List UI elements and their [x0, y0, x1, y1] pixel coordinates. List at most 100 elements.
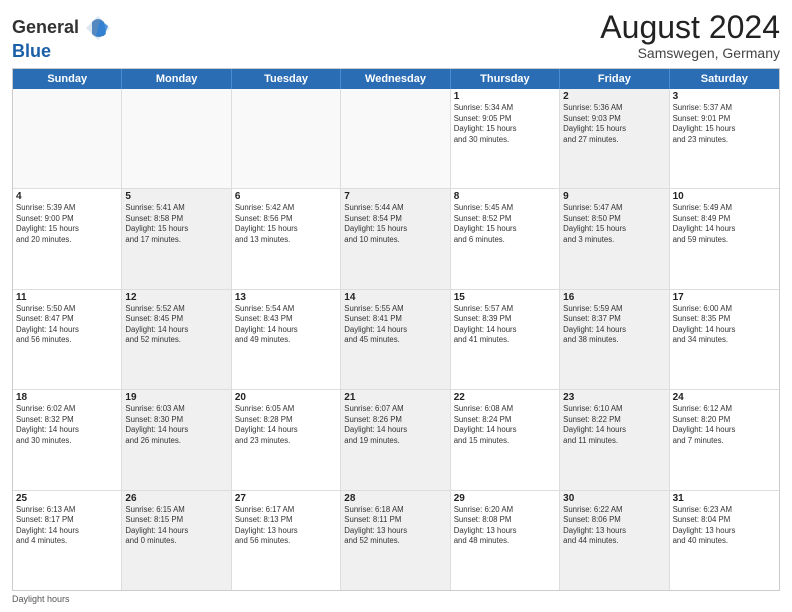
day-info: Sunrise: 6:07 AM Sunset: 8:26 PM Dayligh…	[344, 404, 446, 446]
day-header-saturday: Saturday	[670, 69, 779, 89]
footer-note: Daylight hours	[12, 594, 780, 604]
calendar-day-27: 27Sunrise: 6:17 AM Sunset: 8:13 PM Dayli…	[232, 491, 341, 590]
calendar-day-9: 9Sunrise: 5:47 AM Sunset: 8:50 PM Daylig…	[560, 189, 669, 288]
calendar-day-6: 6Sunrise: 5:42 AM Sunset: 8:56 PM Daylig…	[232, 189, 341, 288]
calendar-day-5: 5Sunrise: 5:41 AM Sunset: 8:58 PM Daylig…	[122, 189, 231, 288]
calendar-day-3: 3Sunrise: 5:37 AM Sunset: 9:01 PM Daylig…	[670, 89, 779, 188]
day-number: 30	[563, 493, 665, 504]
day-number: 22	[454, 392, 556, 403]
calendar-day-16: 16Sunrise: 5:59 AM Sunset: 8:37 PM Dayli…	[560, 290, 669, 389]
day-number: 23	[563, 392, 665, 403]
calendar-day-2: 2Sunrise: 5:36 AM Sunset: 9:03 PM Daylig…	[560, 89, 669, 188]
day-info: Sunrise: 6:22 AM Sunset: 8:06 PM Dayligh…	[563, 505, 665, 547]
day-number: 31	[673, 493, 776, 504]
day-header-thursday: Thursday	[451, 69, 560, 89]
calendar-day-15: 15Sunrise: 5:57 AM Sunset: 8:39 PM Dayli…	[451, 290, 560, 389]
day-info: Sunrise: 6:03 AM Sunset: 8:30 PM Dayligh…	[125, 404, 227, 446]
calendar-day-13: 13Sunrise: 5:54 AM Sunset: 8:43 PM Dayli…	[232, 290, 341, 389]
calendar: SundayMondayTuesdayWednesdayThursdayFrid…	[12, 68, 780, 591]
day-number: 6	[235, 191, 337, 202]
calendar-day-21: 21Sunrise: 6:07 AM Sunset: 8:26 PM Dayli…	[341, 390, 450, 489]
day-number: 17	[673, 292, 776, 303]
calendar-week-3: 11Sunrise: 5:50 AM Sunset: 8:47 PM Dayli…	[13, 290, 779, 390]
day-info: Sunrise: 6:10 AM Sunset: 8:22 PM Dayligh…	[563, 404, 665, 446]
calendar-day-20: 20Sunrise: 6:05 AM Sunset: 8:28 PM Dayli…	[232, 390, 341, 489]
title-block: August 2024 Samswegen, Germany	[600, 10, 780, 61]
day-info: Sunrise: 6:13 AM Sunset: 8:17 PM Dayligh…	[16, 505, 118, 547]
day-header-monday: Monday	[122, 69, 231, 89]
calendar-day-30: 30Sunrise: 6:22 AM Sunset: 8:06 PM Dayli…	[560, 491, 669, 590]
calendar-day-22: 22Sunrise: 6:08 AM Sunset: 8:24 PM Dayli…	[451, 390, 560, 489]
day-info: Sunrise: 5:39 AM Sunset: 9:00 PM Dayligh…	[16, 203, 118, 245]
day-number: 29	[454, 493, 556, 504]
day-header-wednesday: Wednesday	[341, 69, 450, 89]
calendar-day-empty	[341, 89, 450, 188]
calendar-day-29: 29Sunrise: 6:20 AM Sunset: 8:08 PM Dayli…	[451, 491, 560, 590]
day-info: Sunrise: 5:44 AM Sunset: 8:54 PM Dayligh…	[344, 203, 446, 245]
day-number: 25	[16, 493, 118, 504]
day-number: 1	[454, 91, 556, 102]
calendar-week-2: 4Sunrise: 5:39 AM Sunset: 9:00 PM Daylig…	[13, 189, 779, 289]
day-info: Sunrise: 5:42 AM Sunset: 8:56 PM Dayligh…	[235, 203, 337, 245]
day-number: 11	[16, 292, 118, 303]
day-number: 10	[673, 191, 776, 202]
calendar-day-1: 1Sunrise: 5:34 AM Sunset: 9:05 PM Daylig…	[451, 89, 560, 188]
day-number: 26	[125, 493, 227, 504]
calendar-day-28: 28Sunrise: 6:18 AM Sunset: 8:11 PM Dayli…	[341, 491, 450, 590]
page: General Blue August 2024 Samswegen, Germ…	[0, 0, 792, 612]
calendar-day-23: 23Sunrise: 6:10 AM Sunset: 8:22 PM Dayli…	[560, 390, 669, 489]
logo-icon	[84, 14, 112, 42]
calendar-day-10: 10Sunrise: 5:49 AM Sunset: 8:49 PM Dayli…	[670, 189, 779, 288]
calendar-day-24: 24Sunrise: 6:12 AM Sunset: 8:20 PM Dayli…	[670, 390, 779, 489]
calendar-day-empty	[232, 89, 341, 188]
day-info: Sunrise: 6:17 AM Sunset: 8:13 PM Dayligh…	[235, 505, 337, 547]
header: General Blue August 2024 Samswegen, Germ…	[12, 10, 780, 62]
calendar-day-31: 31Sunrise: 6:23 AM Sunset: 8:04 PM Dayli…	[670, 491, 779, 590]
day-number: 27	[235, 493, 337, 504]
calendar-day-empty	[122, 89, 231, 188]
calendar-day-8: 8Sunrise: 5:45 AM Sunset: 8:52 PM Daylig…	[451, 189, 560, 288]
day-number: 5	[125, 191, 227, 202]
day-number: 15	[454, 292, 556, 303]
day-number: 20	[235, 392, 337, 403]
day-header-sunday: Sunday	[13, 69, 122, 89]
day-number: 7	[344, 191, 446, 202]
day-info: Sunrise: 6:12 AM Sunset: 8:20 PM Dayligh…	[673, 404, 776, 446]
day-number: 28	[344, 493, 446, 504]
day-number: 4	[16, 191, 118, 202]
calendar-day-17: 17Sunrise: 6:00 AM Sunset: 8:35 PM Dayli…	[670, 290, 779, 389]
day-info: Sunrise: 5:41 AM Sunset: 8:58 PM Dayligh…	[125, 203, 227, 245]
day-info: Sunrise: 5:52 AM Sunset: 8:45 PM Dayligh…	[125, 304, 227, 346]
day-info: Sunrise: 5:57 AM Sunset: 8:39 PM Dayligh…	[454, 304, 556, 346]
day-number: 24	[673, 392, 776, 403]
day-number: 19	[125, 392, 227, 403]
day-info: Sunrise: 6:18 AM Sunset: 8:11 PM Dayligh…	[344, 505, 446, 547]
calendar-week-4: 18Sunrise: 6:02 AM Sunset: 8:32 PM Dayli…	[13, 390, 779, 490]
calendar-day-25: 25Sunrise: 6:13 AM Sunset: 8:17 PM Dayli…	[13, 491, 122, 590]
day-number: 12	[125, 292, 227, 303]
logo-general-text: General	[12, 18, 79, 38]
day-info: Sunrise: 6:15 AM Sunset: 8:15 PM Dayligh…	[125, 505, 227, 547]
day-number: 13	[235, 292, 337, 303]
day-info: Sunrise: 5:59 AM Sunset: 8:37 PM Dayligh…	[563, 304, 665, 346]
day-number: 8	[454, 191, 556, 202]
day-info: Sunrise: 6:23 AM Sunset: 8:04 PM Dayligh…	[673, 505, 776, 547]
calendar-day-19: 19Sunrise: 6:03 AM Sunset: 8:30 PM Dayli…	[122, 390, 231, 489]
day-info: Sunrise: 5:37 AM Sunset: 9:01 PM Dayligh…	[673, 103, 776, 145]
calendar-day-12: 12Sunrise: 5:52 AM Sunset: 8:45 PM Dayli…	[122, 290, 231, 389]
day-info: Sunrise: 5:47 AM Sunset: 8:50 PM Dayligh…	[563, 203, 665, 245]
day-info: Sunrise: 6:08 AM Sunset: 8:24 PM Dayligh…	[454, 404, 556, 446]
day-info: Sunrise: 6:00 AM Sunset: 8:35 PM Dayligh…	[673, 304, 776, 346]
day-number: 2	[563, 91, 665, 102]
month-year: August 2024	[600, 10, 780, 45]
calendar-day-14: 14Sunrise: 5:55 AM Sunset: 8:41 PM Dayli…	[341, 290, 450, 389]
calendar-day-7: 7Sunrise: 5:44 AM Sunset: 8:54 PM Daylig…	[341, 189, 450, 288]
day-info: Sunrise: 5:49 AM Sunset: 8:49 PM Dayligh…	[673, 203, 776, 245]
day-number: 16	[563, 292, 665, 303]
day-info: Sunrise: 5:34 AM Sunset: 9:05 PM Dayligh…	[454, 103, 556, 145]
day-number: 18	[16, 392, 118, 403]
day-info: Sunrise: 5:45 AM Sunset: 8:52 PM Dayligh…	[454, 203, 556, 245]
calendar-day-4: 4Sunrise: 5:39 AM Sunset: 9:00 PM Daylig…	[13, 189, 122, 288]
calendar-day-18: 18Sunrise: 6:02 AM Sunset: 8:32 PM Dayli…	[13, 390, 122, 489]
calendar-day-26: 26Sunrise: 6:15 AM Sunset: 8:15 PM Dayli…	[122, 491, 231, 590]
